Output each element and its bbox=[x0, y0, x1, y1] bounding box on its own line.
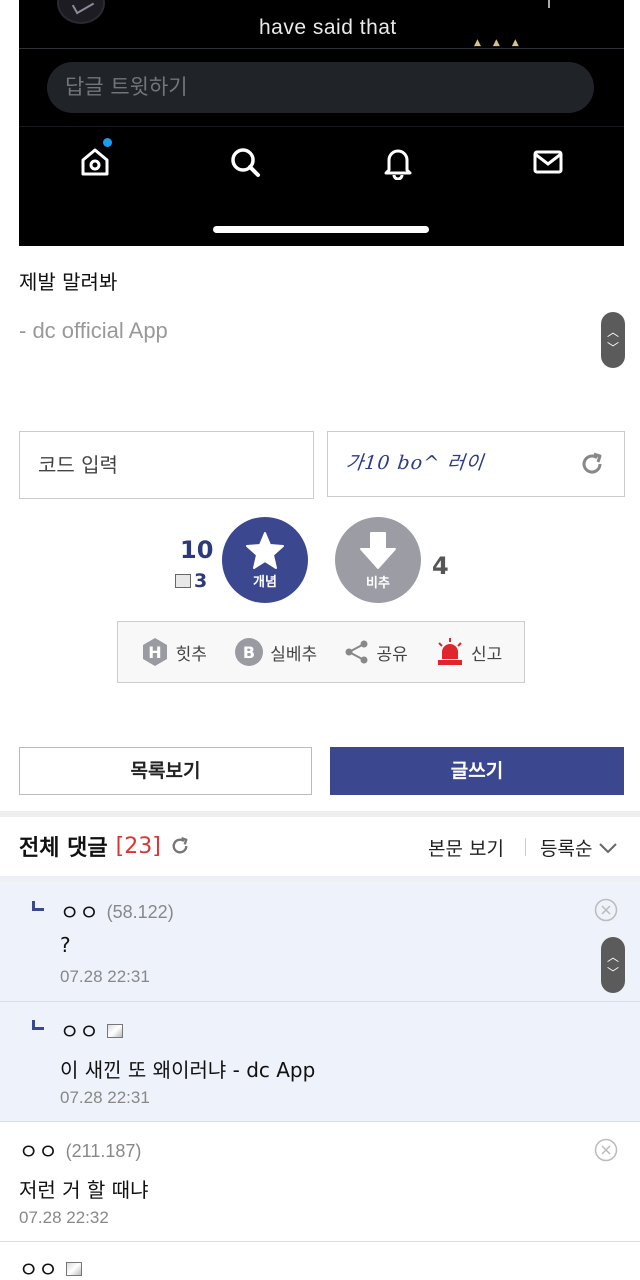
unread-dot bbox=[103, 138, 112, 147]
best-icon: B bbox=[235, 638, 264, 666]
share-icon bbox=[345, 640, 368, 664]
share-button[interactable]: 공유 bbox=[344, 639, 408, 665]
captcha-code-input[interactable]: 코드 입력 bbox=[19, 431, 314, 499]
report-button[interactable]: 신고 bbox=[435, 637, 502, 667]
scroll-pill-bottom[interactable]: ︿ ﹀ bbox=[601, 937, 625, 993]
comment-author: ㅇㅇ bbox=[60, 1016, 123, 1046]
tweet-divider bbox=[19, 48, 624, 49]
count-value: 23 bbox=[124, 833, 153, 859]
hit-icon: H bbox=[142, 638, 167, 666]
author-name: ㅇㅇ bbox=[19, 1140, 58, 1164]
sort-dropdown[interactable]: 등록순 bbox=[540, 834, 618, 861]
embedded-tweet-image: have said that ▲▲▲ 답글 트윗하기 bbox=[19, 0, 624, 246]
write-button[interactable]: 글쓰기 bbox=[330, 747, 624, 795]
notifications-icon bbox=[384, 149, 412, 180]
post-action-bar: H 힛추 B 실베추 공유 신고 bbox=[117, 621, 525, 683]
tweet-text: have said that bbox=[259, 16, 397, 39]
comment-content: 저런 거 할 때냐 bbox=[19, 1178, 149, 1202]
reply-arrow-icon bbox=[32, 1020, 44, 1030]
post-content: 제발 말려봐 bbox=[19, 270, 118, 294]
messages-icon bbox=[533, 150, 563, 174]
fixed-recommend-count: 3 bbox=[175, 570, 207, 592]
recommend-count: 10 bbox=[180, 536, 214, 564]
reply-arrow-icon bbox=[32, 901, 44, 911]
search-icon bbox=[231, 148, 260, 177]
fixed-user-icon bbox=[65, 1262, 82, 1276]
chevron-up-icon: ︿ bbox=[606, 950, 619, 964]
star-icon bbox=[246, 531, 284, 569]
tweet-scroll-indicator bbox=[548, 0, 550, 8]
refresh-comments-icon[interactable] bbox=[169, 835, 191, 857]
author-name: ㅇㅇ bbox=[19, 1258, 58, 1280]
chevron-down-icon: ﹀ bbox=[606, 341, 619, 355]
comment-date: 07.28 22:32 bbox=[19, 1208, 109, 1227]
siren-icon bbox=[438, 638, 463, 665]
scroll-pill-top[interactable]: ︿ ﹀ bbox=[601, 312, 625, 368]
comment-date: 07.28 22:31 bbox=[60, 967, 150, 986]
chevron-down-icon: ﹀ bbox=[606, 966, 619, 980]
home-indicator bbox=[213, 226, 429, 233]
captcha-text: 가10 bo^ 러이 bbox=[344, 452, 486, 474]
author-name: ㅇㅇ bbox=[60, 1020, 99, 1044]
sort-label: 등록순 bbox=[540, 838, 593, 860]
chevron-up-icon: ︿ bbox=[606, 325, 619, 339]
comment-content: ? bbox=[60, 933, 71, 957]
header-separator bbox=[525, 838, 526, 856]
fixed-user-icon bbox=[106, 1024, 123, 1038]
comment-item: ㅇㅇ bbox=[0, 1242, 640, 1280]
comment-item: ㅇㅇ 이 새낀 또 왜이러냐 - dc App 07.28 22:31 bbox=[0, 1002, 640, 1122]
hit-label: 힛추 bbox=[175, 644, 207, 665]
captcha-image: 가10 bo^ 러이 bbox=[327, 431, 625, 497]
count-bracket-close: ] bbox=[152, 833, 161, 859]
hit-recommend-button[interactable]: H 힛추 bbox=[140, 637, 207, 667]
chevron-down-icon bbox=[599, 842, 618, 853]
report-label: 신고 bbox=[471, 644, 503, 665]
nonrecommend-count: 4 bbox=[432, 552, 449, 580]
author-name: ㅇㅇ bbox=[60, 901, 99, 925]
recommend-label: 개념 bbox=[253, 574, 277, 590]
delete-comment-icon[interactable] bbox=[594, 1138, 618, 1162]
svg-text:H: H bbox=[148, 643, 161, 662]
nonrecommend-button[interactable]: 비추 bbox=[335, 517, 421, 603]
comment-content: 이 새낀 또 왜이러냐 - dc App bbox=[60, 1058, 316, 1082]
comments-count: [23] bbox=[116, 834, 161, 859]
recommend-button[interactable]: 개념 bbox=[222, 517, 308, 603]
comment-author: ㅇㅇ (211.187) bbox=[19, 1136, 141, 1166]
comments-header: 전체 댓글 [23] bbox=[19, 830, 191, 862]
fixed-user-icon bbox=[175, 574, 191, 588]
svg-text:B: B bbox=[243, 643, 255, 662]
share-label: 공유 bbox=[376, 644, 408, 665]
author-ip: (58.122) bbox=[106, 901, 174, 922]
body-view-button[interactable]: 본문 보기 bbox=[428, 834, 504, 861]
refresh-icon[interactable] bbox=[578, 450, 606, 478]
nonrecommend-label: 비추 bbox=[366, 575, 390, 591]
list-button[interactable]: 목록보기 bbox=[19, 747, 312, 795]
comment-item: ㅇㅇ (58.122) ? 07.28 22:31 bbox=[0, 881, 640, 1002]
tweet-reply-input: 답글 트윗하기 bbox=[47, 62, 594, 113]
comment-date: 07.28 22:31 bbox=[60, 1088, 150, 1107]
best-recommend-button[interactable]: B 실베추 bbox=[234, 637, 317, 667]
post-signature: - dc official App bbox=[19, 318, 168, 343]
fixed-recommend-value: 3 bbox=[194, 570, 208, 592]
arrow-down-icon bbox=[360, 531, 396, 569]
tweet-avatar bbox=[57, 0, 105, 24]
section-divider bbox=[0, 811, 640, 817]
author-ip: (211.187) bbox=[65, 1140, 142, 1161]
home-icon bbox=[81, 148, 109, 176]
count-bracket-open: [ bbox=[115, 833, 125, 859]
comment-author: ㅇㅇ bbox=[19, 1254, 82, 1280]
tweet-decoration: ▲▲▲ bbox=[474, 38, 531, 48]
comments-title: 전체 댓글 bbox=[19, 836, 108, 861]
delete-comment-icon[interactable] bbox=[594, 898, 618, 922]
best-label: 실베추 bbox=[270, 644, 318, 665]
comment-author: ㅇㅇ (58.122) bbox=[60, 897, 174, 927]
comment-item: ㅇㅇ (211.187) 저런 거 할 때냐 07.28 22:32 bbox=[0, 1122, 640, 1242]
